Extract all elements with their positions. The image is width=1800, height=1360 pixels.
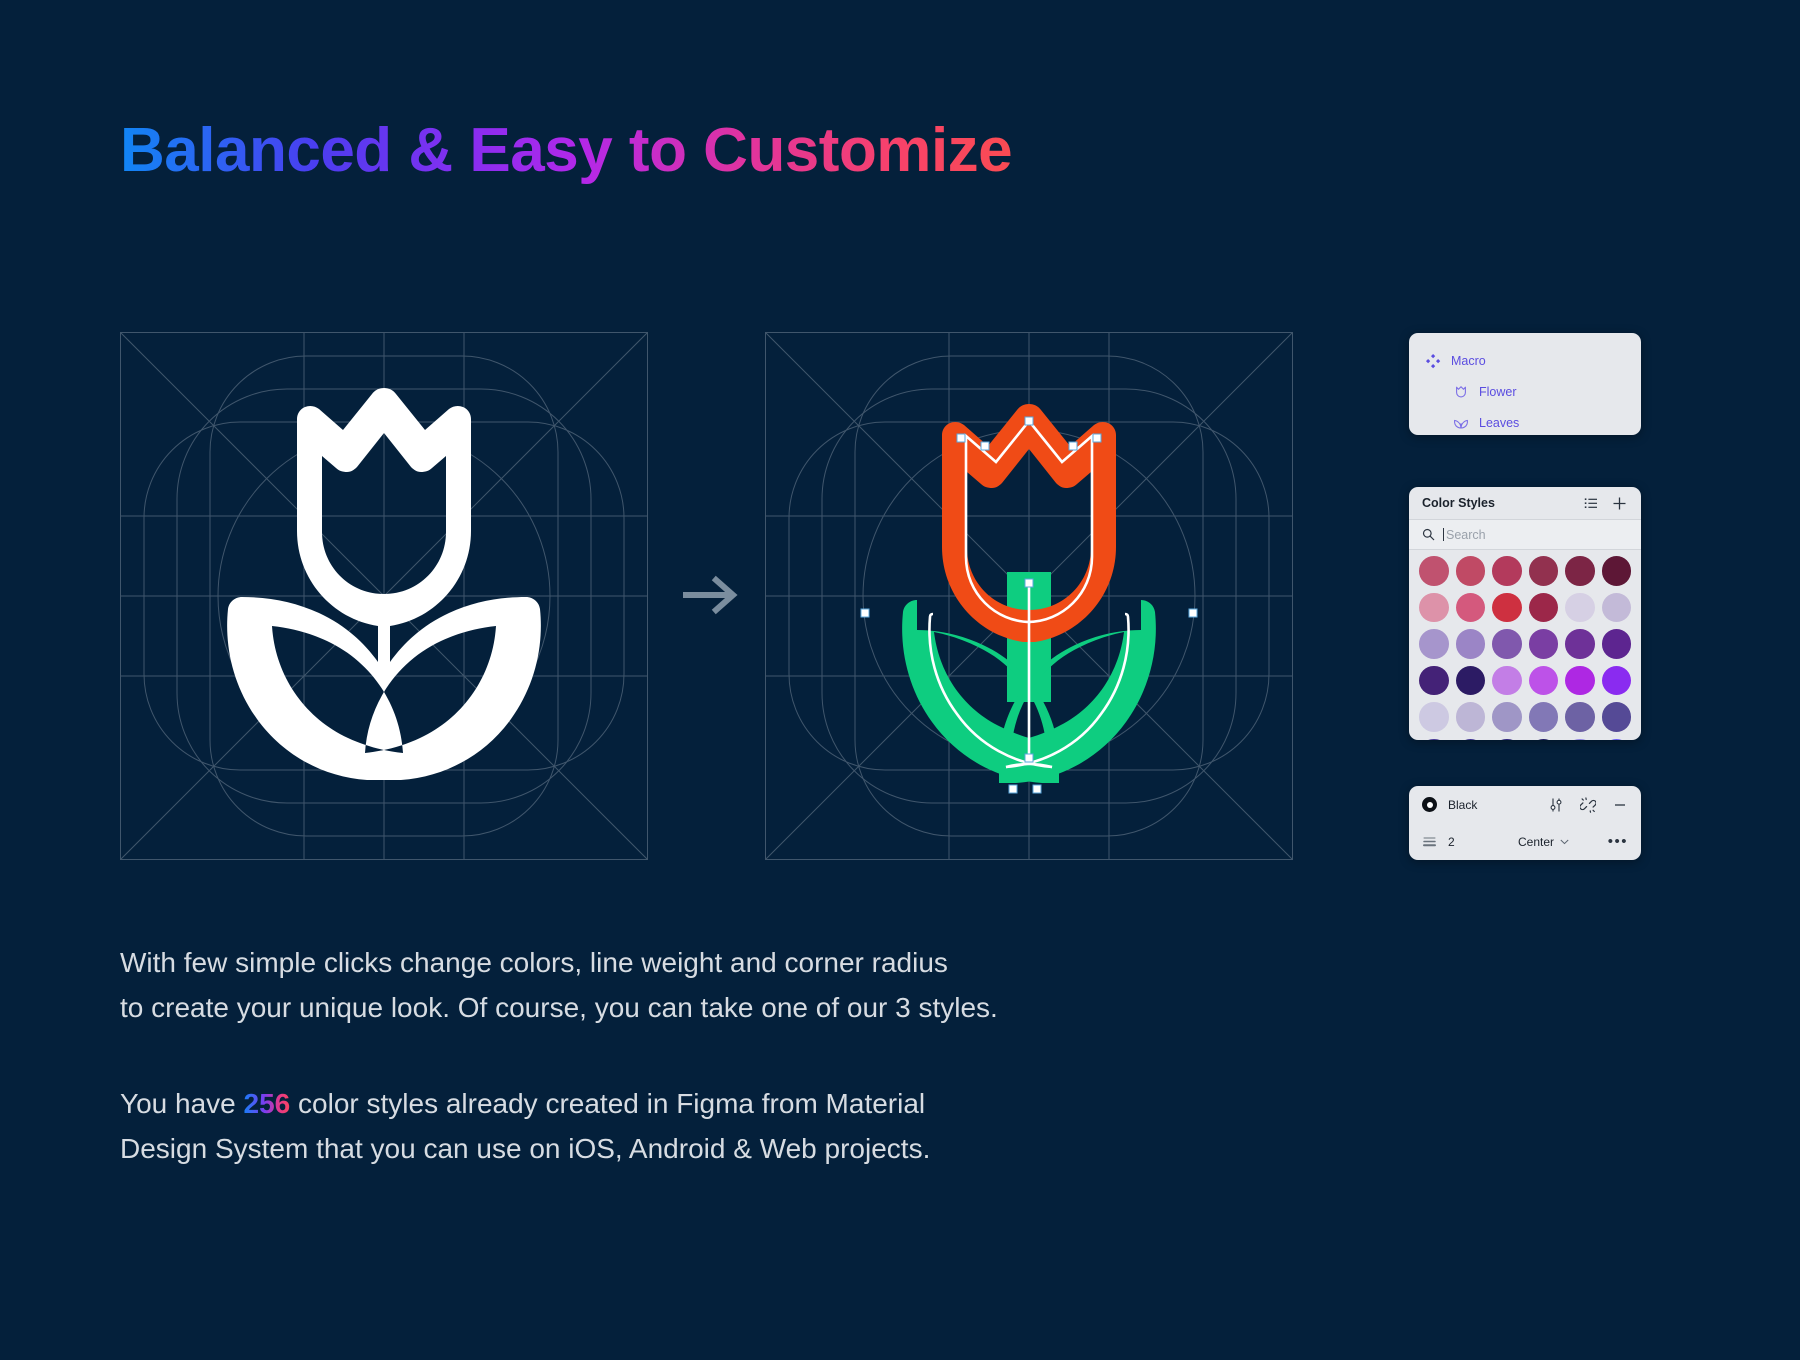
color-swatch[interactable]	[1455, 665, 1485, 695]
color-swatch[interactable]	[1492, 556, 1522, 586]
color-swatch[interactable]	[1419, 556, 1449, 586]
layer-row-leaves[interactable]: Leaves	[1409, 407, 1641, 438]
color-swatch[interactable]	[1601, 702, 1631, 732]
color-swatch[interactable]	[1528, 556, 1558, 586]
color-swatch[interactable]	[1492, 592, 1522, 622]
color-swatch[interactable]	[1565, 738, 1595, 740]
stroke-alignment-select[interactable]: Center	[1518, 835, 1608, 849]
minus-icon[interactable]	[1612, 797, 1628, 813]
color-swatch[interactable]	[1528, 702, 1558, 732]
stroke-color-name: Black	[1448, 797, 1478, 812]
paragraph-2-suffix: color styles already created in Figma fr…	[290, 1087, 926, 1119]
search-icon	[1422, 528, 1435, 541]
color-swatch[interactable]	[1528, 665, 1558, 695]
color-styles-search-row[interactable]: Search	[1409, 520, 1641, 550]
color-swatch[interactable]	[1419, 665, 1449, 695]
color-swatch[interactable]	[1455, 702, 1485, 732]
stroke-properties-panel: Black 2 Center •••	[1409, 786, 1641, 860]
layer-row-macro[interactable]: Macro	[1409, 345, 1641, 376]
stroke-weight-row: 2 Center •••	[1422, 823, 1628, 860]
color-styles-header: Color Styles	[1409, 487, 1641, 520]
search-placeholder: Search	[1446, 527, 1486, 542]
icon-grid-right	[765, 332, 1293, 860]
color-style-count: 256	[243, 1087, 291, 1119]
paragraph-1: With few simple clicks change colors, li…	[120, 940, 1240, 1031]
color-swatch[interactable]	[1492, 665, 1522, 695]
more-options-icon[interactable]: •••	[1608, 834, 1628, 849]
color-swatch[interactable]	[1601, 738, 1631, 740]
color-swatch[interactable]	[1528, 738, 1558, 740]
color-swatch[interactable]	[1419, 702, 1449, 732]
color-swatch[interactable]	[1419, 629, 1449, 659]
color-swatch[interactable]	[1601, 629, 1631, 659]
color-swatch[interactable]	[1455, 738, 1485, 740]
component-icon	[1425, 353, 1441, 368]
color-swatch[interactable]	[1492, 738, 1522, 740]
color-swatch[interactable]	[1419, 592, 1449, 622]
sliders-icon[interactable]	[1548, 797, 1564, 813]
layer-label-leaves: Leaves	[1479, 415, 1520, 430]
color-swatch[interactable]	[1455, 592, 1485, 622]
color-swatch[interactable]	[1492, 702, 1522, 732]
color-styles-panel: Color Styles Search	[1409, 487, 1641, 740]
color-swatch[interactable]	[1565, 665, 1595, 695]
paragraph-1-line-2: to create your unique look. Of course, y…	[120, 992, 998, 1024]
plus-icon[interactable]	[1611, 495, 1628, 512]
stroke-weight-value[interactable]: 2	[1448, 835, 1518, 849]
color-swatch[interactable]	[1565, 592, 1595, 622]
transform-arrow-icon	[683, 575, 738, 615]
color-swatch[interactable]	[1455, 556, 1485, 586]
search-text-caret	[1443, 528, 1444, 541]
color-swatch[interactable]	[1601, 592, 1631, 622]
artboard-colored-icon	[765, 332, 1293, 860]
paragraph-2-line-2: Design System that you can use on iOS, A…	[120, 1133, 931, 1165]
leaves-outline-icon	[1453, 419, 1469, 429]
color-swatch[interactable]	[1455, 629, 1485, 659]
artboard-outline-icon	[120, 332, 648, 860]
stroke-color-swatch[interactable]	[1422, 797, 1437, 812]
icon-grid-left	[120, 332, 648, 860]
color-swatch[interactable]	[1528, 592, 1558, 622]
paragraph-1-line-1: With few simple clicks change colors, li…	[120, 947, 948, 978]
color-swatch[interactable]	[1601, 556, 1631, 586]
list-view-icon[interactable]	[1584, 495, 1601, 512]
layer-row-flower[interactable]: Flower	[1409, 376, 1641, 407]
page-root: Balanced & Easy to Customize Macro Flowe…	[0, 0, 1800, 1360]
paragraph-2: You have 256 color styles already create…	[120, 1081, 1240, 1172]
color-swatch-grid[interactable]	[1409, 550, 1641, 740]
color-swatch[interactable]	[1492, 629, 1522, 659]
stroke-alignment-value: Center	[1518, 834, 1555, 849]
paragraph-2-prefix: You have	[120, 1087, 244, 1119]
flower-outline-icon	[1456, 385, 1466, 397]
color-swatch[interactable]	[1419, 738, 1449, 740]
layers-panel: Macro Flower Leaves	[1409, 333, 1641, 435]
color-swatch[interactable]	[1528, 629, 1558, 659]
stroke-color-row: Black	[1422, 786, 1628, 823]
chevron-down-icon	[1560, 839, 1569, 844]
color-styles-title: Color Styles	[1422, 496, 1495, 510]
body-copy: With few simple clicks change colors, li…	[120, 940, 1240, 1171]
color-swatch[interactable]	[1565, 702, 1595, 732]
color-swatch[interactable]	[1565, 556, 1595, 586]
page-title: Balanced & Easy to Customize	[120, 116, 1013, 185]
stroke-weight-icon[interactable]	[1422, 834, 1437, 849]
color-swatch[interactable]	[1565, 629, 1595, 659]
layer-label-flower: Flower	[1479, 384, 1517, 399]
layer-label-macro: Macro	[1451, 353, 1486, 368]
detach-style-icon[interactable]	[1580, 796, 1596, 813]
color-swatch[interactable]	[1601, 665, 1631, 695]
